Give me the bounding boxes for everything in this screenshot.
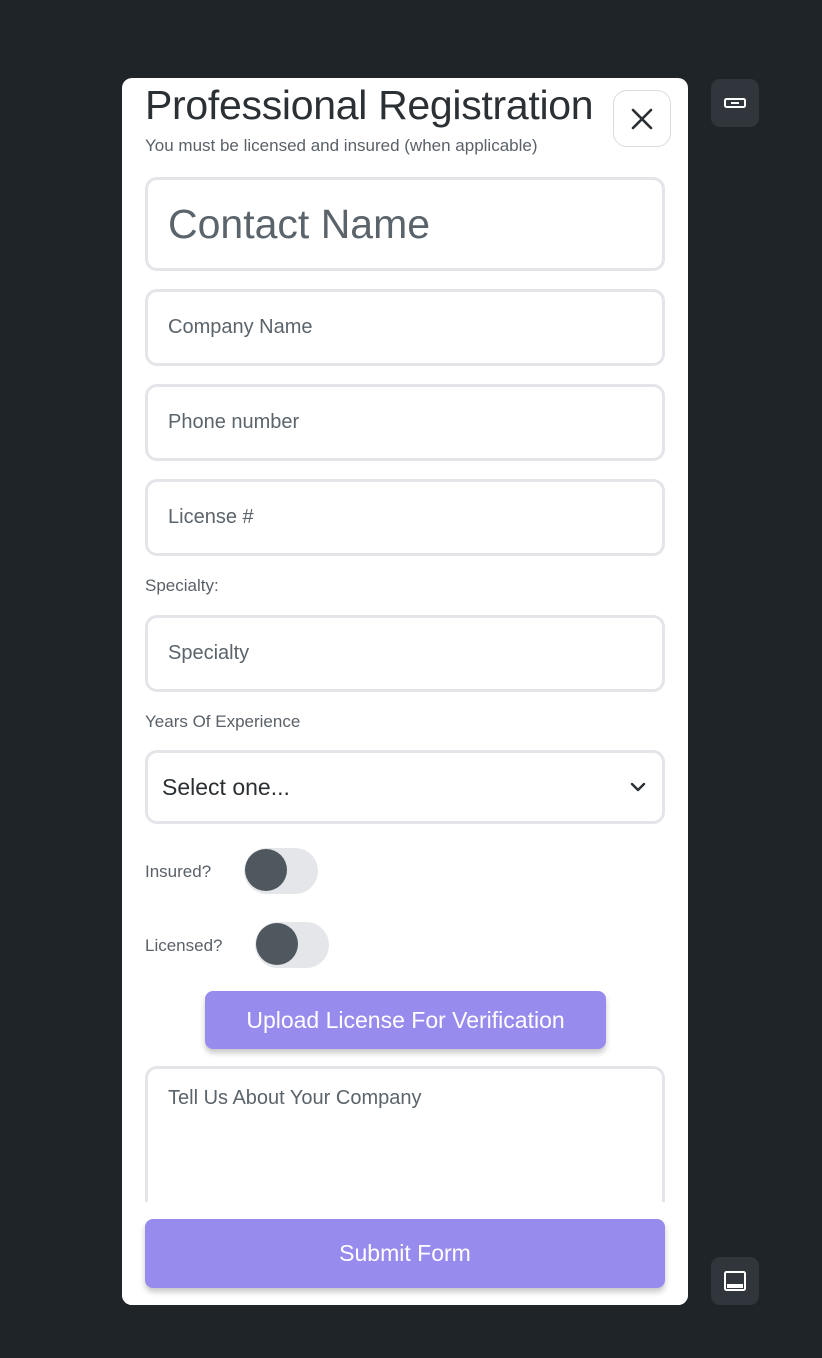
panel-bottom-icon [724, 1271, 746, 1291]
modal-subtitle: You must be licensed and insured (when a… [145, 136, 538, 155]
select-value: Select one... [162, 773, 290, 800]
specialty-label: Specialty: [145, 576, 219, 595]
close-icon [631, 108, 653, 129]
license-number-input[interactable] [145, 479, 665, 556]
submit-form-button[interactable]: Submit Form [145, 1219, 665, 1288]
minimize-button[interactable] [711, 79, 759, 127]
phone-number-input[interactable] [145, 384, 665, 461]
toggle-knob [256, 923, 298, 965]
insured-label: Insured? [145, 862, 212, 881]
upload-license-button[interactable]: Upload License For Verification [205, 991, 606, 1049]
company-name-input[interactable] [145, 289, 665, 366]
close-button[interactable] [613, 90, 671, 147]
insured-toggle[interactable] [244, 848, 318, 894]
toggle-knob [245, 849, 287, 891]
experience-label: Years Of Experience [145, 712, 301, 731]
licensed-toggle[interactable] [255, 922, 329, 968]
modal-title: Professional Registration [145, 82, 594, 128]
panel-bottom-button[interactable] [711, 1257, 759, 1305]
company-description-textarea[interactable] [145, 1066, 665, 1216]
contact-name-input[interactable] [145, 177, 665, 271]
minimize-icon [724, 98, 746, 108]
chevron-down-icon [630, 782, 646, 792]
licensed-label: Licensed? [145, 936, 223, 955]
years-experience-select[interactable]: Select one... [145, 750, 665, 824]
registration-modal: Professional Registration You must be li… [122, 78, 688, 1305]
specialty-input[interactable] [145, 615, 665, 692]
